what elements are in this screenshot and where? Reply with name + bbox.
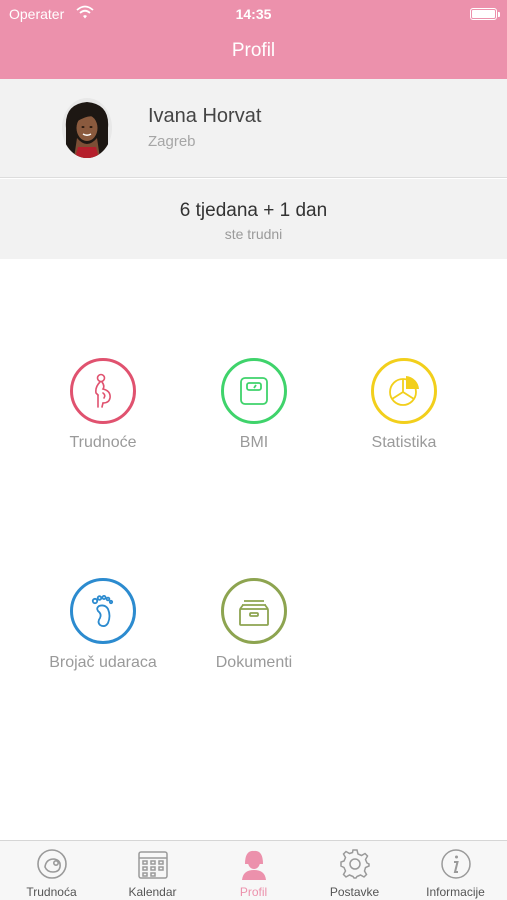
battery-icon [470, 8, 500, 20]
tab-label: Postavke [329, 885, 380, 899]
tile-label: Trudnoće [69, 434, 137, 451]
tile-bmi[interactable]: BMI [184, 358, 324, 452]
tab-informacije[interactable]: Informacije [405, 841, 506, 900]
tab-label: Informacije [426, 885, 485, 899]
tab-bar: Trudnoća Kalendar Profil Postavke Inform… [0, 840, 507, 900]
tab-profil[interactable]: Profil [203, 841, 304, 900]
tile-trudnoce[interactable]: Trudnoće [33, 358, 173, 452]
tab-label: Profil [239, 885, 268, 899]
tile-label: Statistika [371, 434, 437, 451]
pregnancy-duration-panel: 6 tjedana + 1 dan ste trudni [0, 179, 507, 259]
settings-gear-icon [339, 848, 371, 880]
pie-chart-icon [371, 358, 437, 424]
status-time: 14:35 [235, 6, 272, 22]
pregnancy-duration: 6 tjedana + 1 dan [179, 200, 328, 221]
tile-dokumenti[interactable]: Dokumenti [184, 578, 324, 672]
status-bar: Operater 14:35 [0, 0, 507, 28]
profile-name: Ivana Horvat [148, 105, 262, 127]
tab-postavke[interactable]: Postavke [304, 841, 405, 900]
archive-box-icon [221, 578, 287, 644]
avatar [62, 98, 112, 158]
profile-city: Zagreb [148, 133, 196, 150]
tab-label: Kalendar [128, 885, 177, 899]
tab-trudnoca[interactable]: Trudnoća [1, 841, 102, 900]
pregnant-woman-icon [70, 358, 136, 424]
tab-kalendar[interactable]: Kalendar [102, 841, 203, 900]
tile-label: BMI [239, 434, 269, 451]
tile-brojac-udaraca[interactable]: Brojač udaraca [33, 578, 173, 672]
scale-icon [221, 358, 287, 424]
profile-card[interactable]: Ivana Horvat Zagreb [0, 79, 507, 178]
calendar-icon [137, 848, 169, 880]
profile-icon [238, 848, 270, 880]
page-title: Profil [231, 40, 276, 61]
info-icon [440, 848, 472, 880]
pregnancy-subtitle: ste trudni [224, 226, 283, 242]
tile-label: Brojač udaraca [49, 654, 157, 671]
header-bar: Operater 14:35 Profil [0, 0, 507, 79]
tile-label: Dokumenti [215, 654, 293, 671]
pregnancy-tab-icon [36, 848, 68, 880]
tab-label: Trudnoća [26, 885, 77, 899]
footprint-icon [70, 578, 136, 644]
tile-statistika[interactable]: Statistika [334, 358, 474, 452]
